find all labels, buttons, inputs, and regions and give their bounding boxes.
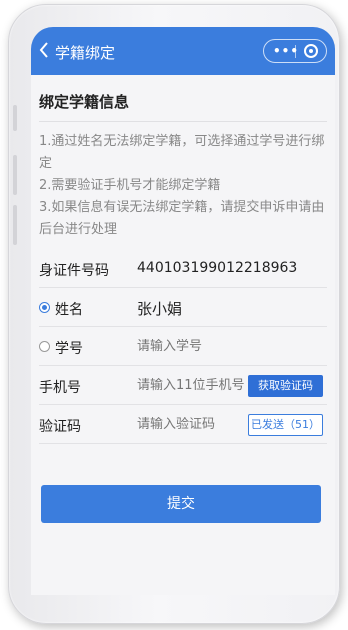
divider: [39, 121, 327, 122]
id-label: 身证件号码: [39, 263, 109, 279]
capsule-divider: [295, 45, 296, 58]
code-sent-countdown-button[interactable]: 已发送（51）: [248, 414, 323, 436]
volume-down-button: [13, 205, 17, 245]
code-row: 验证码 已发送（51）: [31, 405, 335, 444]
name-label: 姓名: [55, 302, 83, 318]
code-label: 验证码: [39, 419, 81, 435]
mute-switch: [13, 105, 17, 131]
id-value: 440103199012218963: [137, 260, 298, 276]
divider: [39, 443, 327, 444]
student-no-label: 学号: [55, 341, 83, 357]
student-no-row: 学号: [31, 327, 335, 366]
phone-label: 手机号: [39, 380, 81, 396]
bind-form: 身证件号码 440103199012218963 姓名 张小娟 学号 手机号 获…: [31, 249, 335, 444]
chevron-left-icon[interactable]: [39, 41, 51, 61]
volume-up-button: [13, 155, 17, 195]
mini-program-capsule: •••: [263, 39, 327, 63]
student-no-radio[interactable]: [39, 341, 50, 352]
submit-button[interactable]: 提交: [41, 485, 321, 523]
notes-list: 1.通过姓名无法绑定学籍，可选择通过学号进行绑定 2.需要验证手机号才能绑定学籍…: [39, 131, 329, 241]
phone-input[interactable]: [137, 378, 252, 393]
name-row[interactable]: 姓名 张小娟: [31, 288, 335, 327]
note-item: 2.需要验证手机号才能绑定学籍: [39, 178, 221, 193]
get-code-button[interactable]: 获取验证码: [248, 375, 323, 397]
id-row: 身证件号码 440103199012218963: [31, 249, 335, 288]
nav-header: 学籍绑定 •••: [31, 27, 335, 75]
app-screen: 学籍绑定 ••• 绑定学籍信息 1.通过姓名无法绑定学籍，可选择通过学号进行绑定…: [31, 27, 335, 595]
info-section: 绑定学籍信息 1.通过姓名无法绑定学籍，可选择通过学号进行绑定 2.需要验证手机…: [31, 75, 335, 247]
target-icon[interactable]: [304, 44, 318, 58]
code-input[interactable]: [137, 417, 252, 432]
student-no-input[interactable]: [137, 339, 252, 354]
phone-frame: 学籍绑定 ••• 绑定学籍信息 1.通过姓名无法绑定学籍，可选择通过学号进行绑定…: [8, 4, 340, 624]
name-value: 张小娟: [137, 300, 183, 318]
phone-row: 手机号 获取验证码: [31, 366, 335, 405]
info-title: 绑定学籍信息: [39, 93, 130, 111]
page-title: 学籍绑定: [55, 44, 116, 62]
note-item: 1.通过姓名无法绑定学籍，可选择通过学号进行绑定: [39, 134, 325, 171]
note-item: 3.如果信息有误无法绑定学籍，请提交申诉申请由后台进行处理: [39, 200, 325, 237]
name-radio[interactable]: [39, 302, 50, 313]
